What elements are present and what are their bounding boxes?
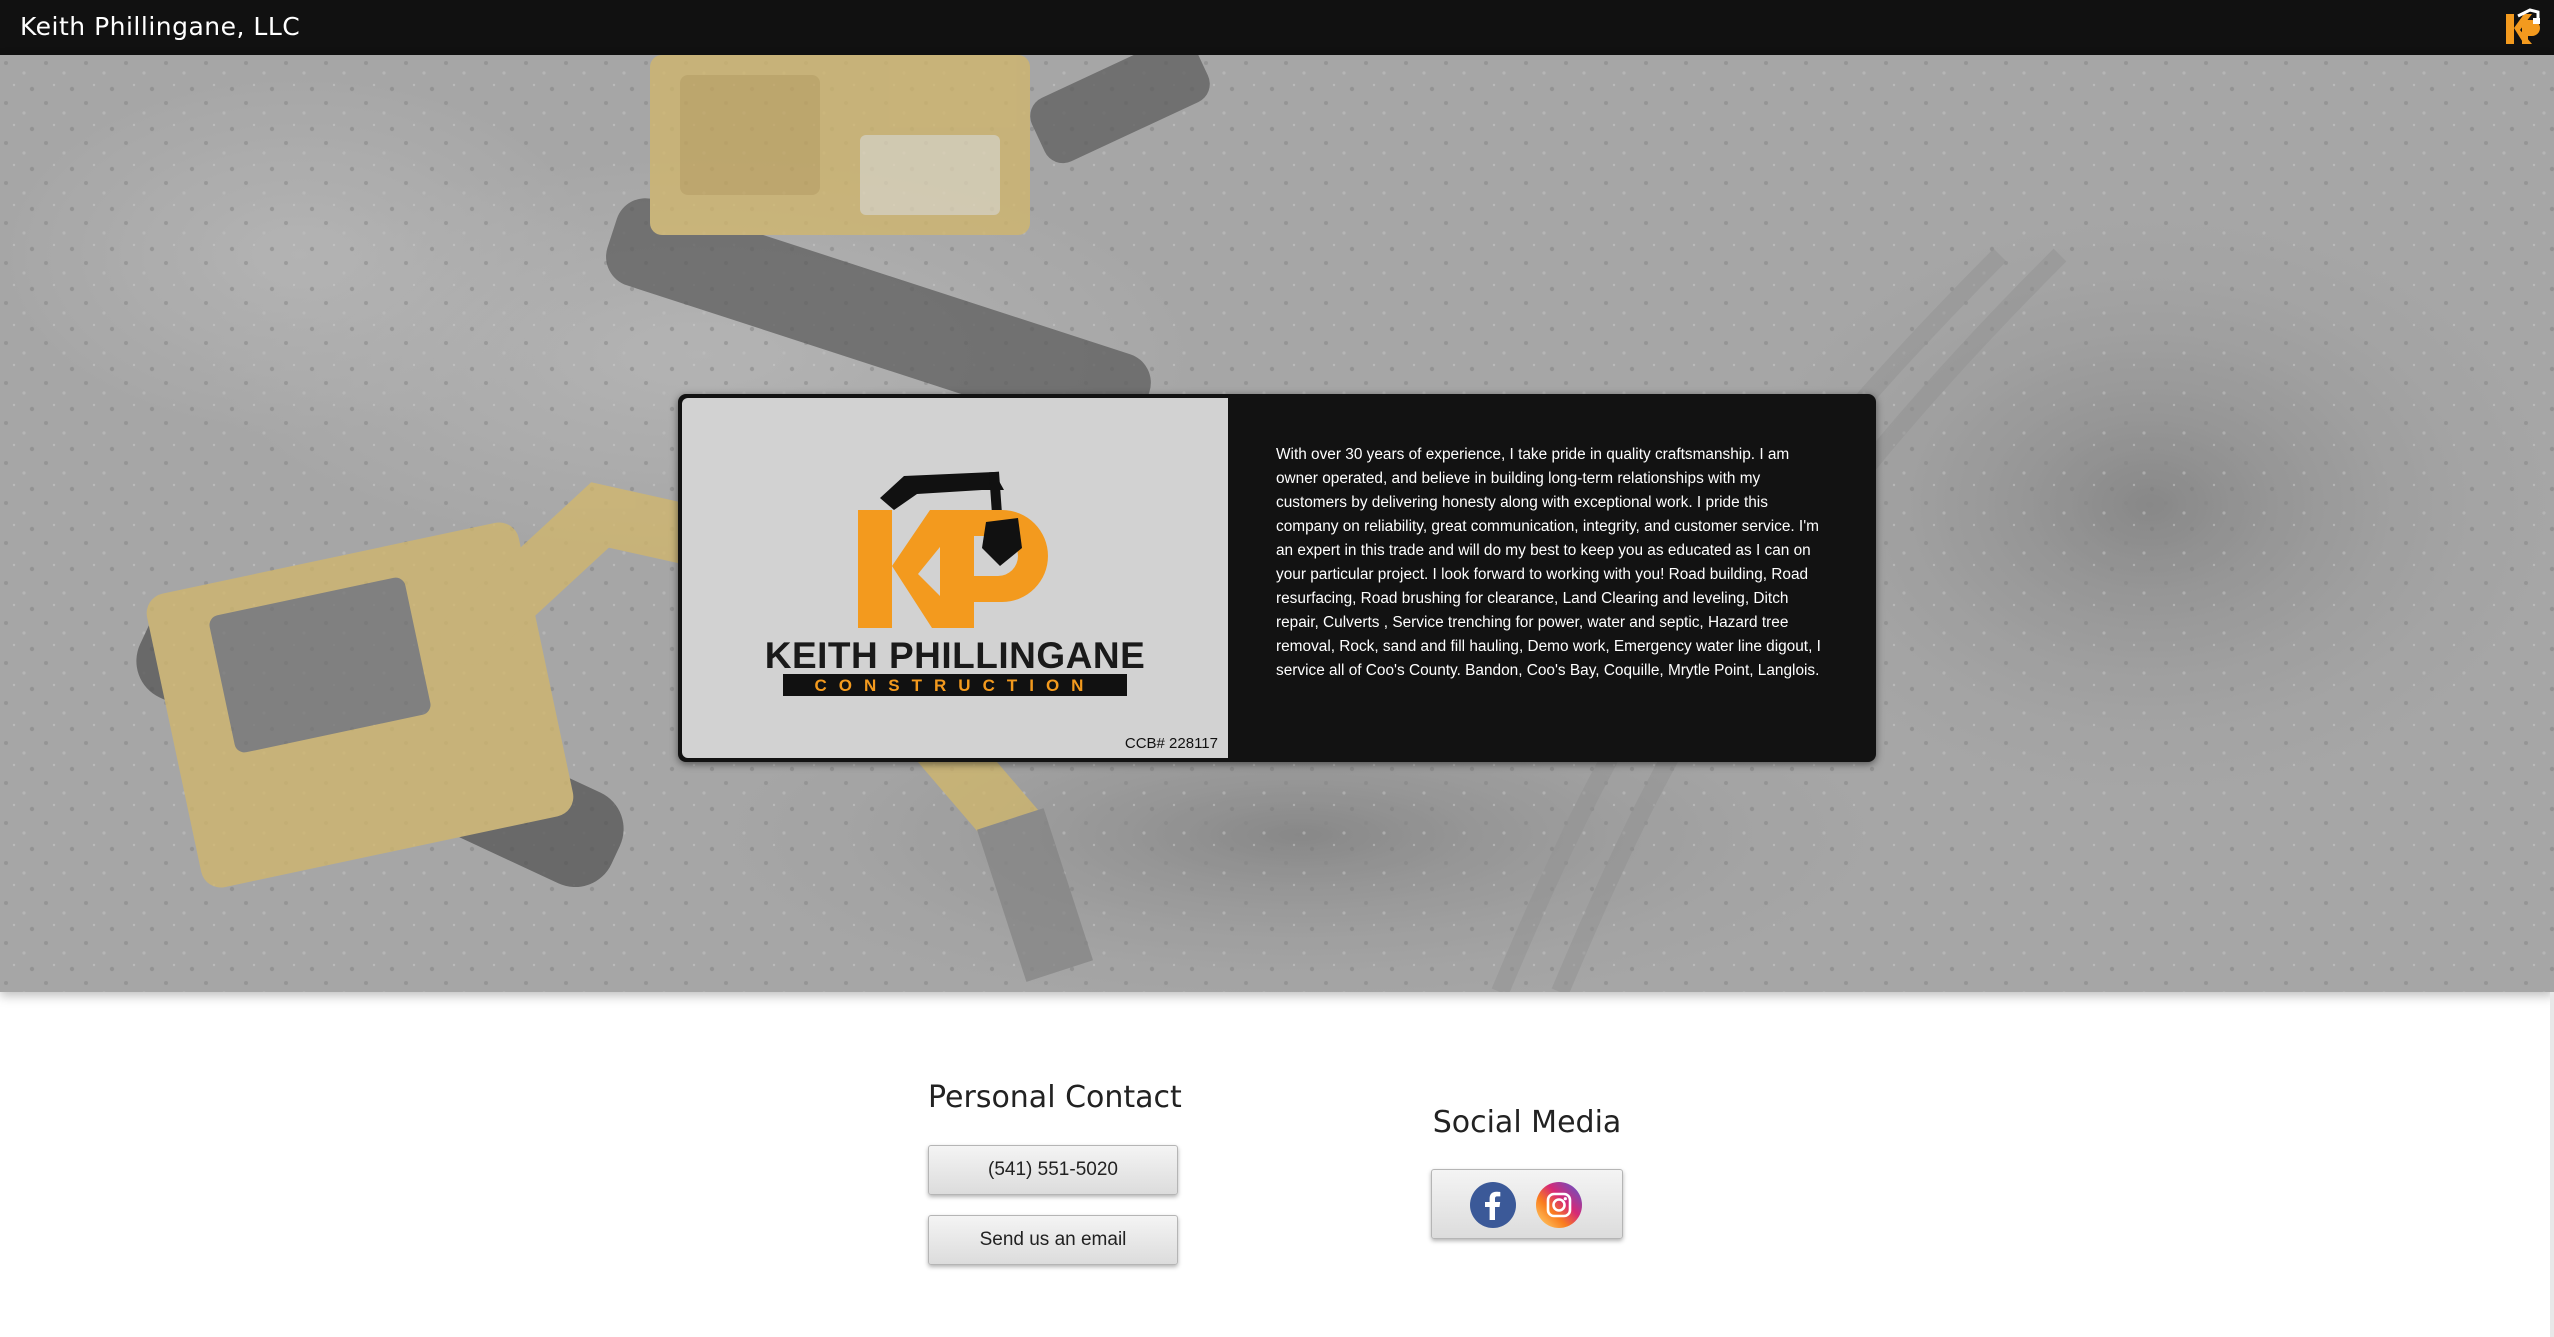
about-card: KEITH PHILLINGANE CONSTRUCTION CCB# 2281… bbox=[678, 394, 1876, 762]
email-button[interactable]: Send us an email bbox=[928, 1215, 1178, 1265]
logo-name-text: KEITH PHILLINGANE bbox=[765, 635, 1146, 676]
social-media-heading: Social Media bbox=[1432, 1105, 1622, 1140]
social-icons-box bbox=[1431, 1169, 1623, 1239]
phone-button[interactable]: (541) 551-5020 bbox=[928, 1145, 1178, 1195]
company-logo-panel: KEITH PHILLINGANE CONSTRUCTION CCB# 2281… bbox=[682, 398, 1228, 758]
logo-tagline-text: CONSTRUCTION bbox=[815, 676, 1096, 695]
social-media-section: Social Media bbox=[1431, 1105, 1623, 1239]
instagram-icon[interactable] bbox=[1536, 1182, 1582, 1228]
facebook-icon[interactable] bbox=[1470, 1182, 1516, 1228]
ccb-number: CCB# 228117 bbox=[1124, 735, 1218, 752]
company-logo: KEITH PHILLINGANE CONSTRUCTION bbox=[765, 471, 1146, 696]
top-navbar: Keith Phillingane, LLC bbox=[0, 0, 2554, 55]
kp-logo-icon[interactable] bbox=[2500, 6, 2544, 50]
about-description: With over 30 years of experience, I take… bbox=[1276, 446, 1821, 679]
hero-section: KEITH PHILLINGANE CONSTRUCTION CCB# 2281… bbox=[0, 55, 2554, 992]
personal-contact-heading: Personal Contact bbox=[928, 1080, 1182, 1115]
scrollbar[interactable] bbox=[2550, 992, 2554, 1337]
personal-contact-section: Personal Contact (541) 551-5020 Send us … bbox=[928, 1080, 1182, 1265]
site-title[interactable]: Keith Phillingane, LLC bbox=[20, 12, 300, 41]
